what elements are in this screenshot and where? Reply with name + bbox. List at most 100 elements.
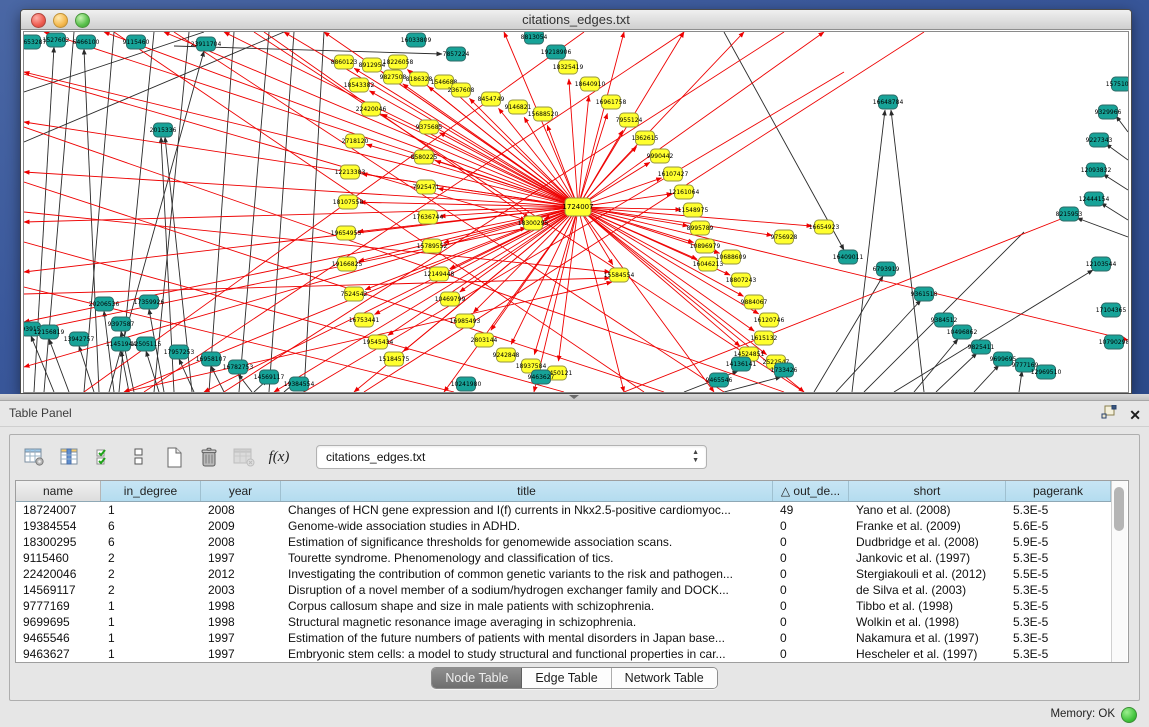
divider-collapse-handle[interactable] <box>569 395 579 399</box>
table-cell: 1998 <box>201 614 281 630</box>
split-pane-divider[interactable] <box>0 394 1149 401</box>
graph-edge-black <box>79 346 94 392</box>
table-type-tabs: Node TableEdge TableNetwork Table <box>431 667 717 689</box>
row-height-icon[interactable] <box>127 445 151 469</box>
status-bar: Memory: OK <box>0 703 1149 727</box>
graph-node-label: 19545434 <box>363 339 394 346</box>
graph-node-label: 6466100 <box>73 39 100 46</box>
table-row[interactable]: 2242004622012Investigating the contribut… <box>16 566 1111 582</box>
function-builder-icon[interactable]: f(x) <box>267 445 291 469</box>
new-table-icon[interactable] <box>162 445 186 469</box>
table-select-dropdown[interactable]: citations_edges.txt ▲▼ <box>316 445 707 469</box>
table-cell: Genome-wide association studies in ADHD. <box>281 518 773 534</box>
table-settings-icon[interactable] <box>22 445 46 469</box>
network-graph[interactable]: 8860123891295418226058982750818543382224… <box>24 32 1128 393</box>
graph-node-label: 9375685 <box>416 124 443 131</box>
tab-edge-table[interactable]: Edge Table <box>522 668 611 688</box>
graph-node-label: 8215953 <box>1056 211 1083 218</box>
column-header-in_degree[interactable]: in_degree <box>101 481 201 501</box>
graph-node-label: 9990442 <box>647 153 674 160</box>
graph-node-label: 12156819 <box>34 329 65 336</box>
table-row[interactable]: 969969511998Structural magnetic resonanc… <box>16 614 1111 630</box>
table-row[interactable]: 1830029562008Estimation of significance … <box>16 534 1111 550</box>
graph-edge-black <box>1077 218 1128 237</box>
network-window: citations_edges.txt 88601238912954182260… <box>20 9 1132 394</box>
graph-node-label: 10790298 <box>1099 339 1128 346</box>
graph-node-label: 10896979 <box>690 243 721 250</box>
table-cell: 5.6E-5 <box>1006 518 1111 534</box>
table-cell: 9463627 <box>16 646 101 662</box>
graph-node-label: 12505115 <box>131 341 162 348</box>
graph-edge-black <box>1019 371 1022 392</box>
graph-node-label: 16782753 <box>223 364 254 371</box>
table-cell: 0 <box>773 534 849 550</box>
graph-node-label: 2803144 <box>471 337 498 344</box>
table-cell: 6 <box>101 534 201 550</box>
table-row[interactable]: 1938455462009Genome-wide association stu… <box>16 518 1111 534</box>
window-titlebar[interactable]: citations_edges.txt <box>21 10 1131 30</box>
table-cell: 1 <box>101 630 201 646</box>
table-row[interactable]: 911546021997Tourette syndrome. Phenomeno… <box>16 550 1111 566</box>
graph-node-label: 14569117 <box>254 374 285 381</box>
graph-node-label: 1615132 <box>751 335 778 342</box>
graph-node-label: 17636744 <box>413 214 444 221</box>
table-cell: 6 <box>101 518 201 534</box>
table-panel-title: Table Panel <box>9 406 72 420</box>
table-vertical-scrollbar[interactable] <box>1111 481 1127 662</box>
table-row[interactable]: 977716911998Corpus callosum shape and si… <box>16 598 1111 614</box>
graph-edge-black <box>836 300 921 392</box>
delete-icon[interactable] <box>197 445 221 469</box>
tab-node-table[interactable]: Node Table <box>432 668 522 688</box>
graph-edge-black <box>1106 144 1128 160</box>
graph-edge-black <box>974 365 999 392</box>
graph-node-label: 1527602 <box>43 37 70 44</box>
delete-table-disabled-icon <box>232 445 256 469</box>
column-header-year[interactable]: year <box>201 481 281 501</box>
table-body: 1872400712008Changes of HCN gene express… <box>16 502 1111 662</box>
table-cell: Investigating the contribution of common… <box>281 566 773 582</box>
graph-node-label: 18300295 <box>518 220 549 227</box>
graph-node-label: 12093832 <box>1081 167 1112 174</box>
graph-node-label: 1724007 <box>562 203 593 211</box>
graph-node-label: 12969510 <box>1031 369 1062 376</box>
graph-node-label: 9463627 <box>528 374 555 381</box>
table-row[interactable]: 1456911722003Disruption of a novel membe… <box>16 582 1111 598</box>
graph-node-label: 17359926 <box>134 299 165 306</box>
table-cell: 5.3E-5 <box>1006 646 1111 662</box>
column-header-name[interactable]: name <box>16 481 101 501</box>
memory-ok-icon[interactable] <box>1121 707 1137 723</box>
table-cell: 0 <box>773 646 849 662</box>
column-header-pagerank[interactable]: pagerank <box>1006 481 1111 501</box>
graph-node-label: 16033809 <box>401 37 432 44</box>
graph-edge-black <box>724 32 844 250</box>
tab-network-table[interactable]: Network Table <box>612 668 717 688</box>
show-columns-icon[interactable] <box>57 445 81 469</box>
table-cell: 0 <box>773 614 849 630</box>
scrollbar-thumb[interactable] <box>1114 487 1124 531</box>
network-canvas[interactable]: 8860123891295418226058982750818543382224… <box>23 31 1129 393</box>
select-rows-icon[interactable] <box>92 445 116 469</box>
table-row[interactable]: 1872400712008Changes of HCN gene express… <box>16 502 1111 518</box>
window-title: citations_edges.txt <box>21 12 1131 27</box>
table-row[interactable]: 946554611997Estimation of the future num… <box>16 630 1111 646</box>
graph-node-label: 10241980 <box>451 381 482 388</box>
graph-edge-black <box>34 47 54 392</box>
table-cell: 1997 <box>201 630 281 646</box>
graph-node-label: 9329966 <box>1095 109 1122 116</box>
graph-node-label: 8813054 <box>521 34 548 41</box>
graph-edge-black <box>864 232 1024 392</box>
graph-node-label: 18325419 <box>553 64 584 71</box>
graph-node-label: 9146821 <box>505 104 532 111</box>
column-header-title[interactable]: title <box>281 481 773 501</box>
table-cell: Yano et al. (2008) <box>849 502 1006 518</box>
graph-node-label: 15789552 <box>417 243 448 250</box>
graph-node-label: 8995789 <box>687 225 714 232</box>
graph-node-label: 18937584 <box>516 363 547 370</box>
table-row[interactable]: 946362711997Embryonic stem cells: a mode… <box>16 646 1111 662</box>
table-cell: Wolkin et al. (1998) <box>849 614 1006 630</box>
column-header-short[interactable]: short <box>849 481 1006 501</box>
column-header-out_de[interactable]: △ out_de... <box>773 481 849 501</box>
graph-node-label: 2015336 <box>150 127 177 134</box>
close-panel-icon[interactable]: ✕ <box>1129 408 1141 422</box>
float-panel-icon[interactable] <box>1101 405 1117 425</box>
